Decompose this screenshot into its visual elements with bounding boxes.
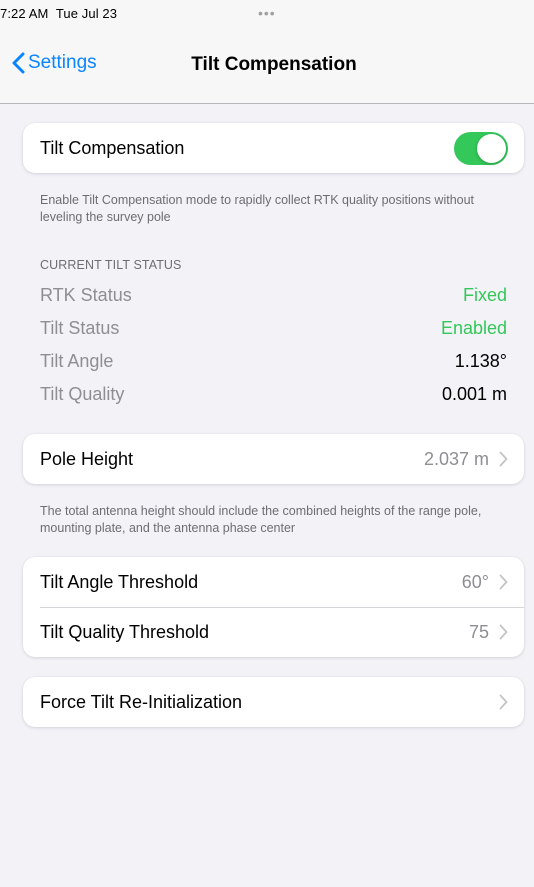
chevron-right-icon xyxy=(499,694,508,710)
status-value: Fixed xyxy=(462,284,507,305)
navigation-bar: Settings Tilt Compensation xyxy=(0,28,534,104)
chevron-right-icon xyxy=(499,451,508,467)
status-label: RTK Status xyxy=(40,284,132,305)
page-title: Tilt Compensation xyxy=(191,54,357,75)
tilt-angle-threshold-row[interactable]: Tilt Angle Threshold 60° xyxy=(23,557,524,607)
status-value: Enabled xyxy=(440,317,507,338)
tilt-quality-threshold-row[interactable]: Tilt Quality Threshold 75 xyxy=(23,607,524,657)
status-value: 1.138° xyxy=(454,350,507,371)
pole-height-row[interactable]: Pole Height 2.037 m xyxy=(23,434,524,484)
force-reinit-card: Force Tilt Re-Initialization xyxy=(23,677,524,727)
pole-height-description: The total antenna height should include … xyxy=(40,504,482,535)
multitasking-dots-icon[interactable]: ••• xyxy=(258,5,276,21)
status-label: Tilt Angle xyxy=(40,350,114,371)
force-tilt-reinit-row[interactable]: Force Tilt Re-Initialization xyxy=(23,677,524,727)
tilt-quality-threshold-label: Tilt Quality Threshold xyxy=(40,621,210,642)
tilt-compensation-label: Tilt Compensation xyxy=(40,137,185,158)
status-value: 0.001 m xyxy=(441,383,507,404)
status-label: Tilt Quality xyxy=(40,383,125,404)
pole-height-label: Pole Height xyxy=(40,448,134,469)
status-row-tilt-angle: Tilt Angle 1.138° xyxy=(40,347,507,375)
tilt-angle-threshold-value: 60° xyxy=(461,571,489,592)
pole-height-value: 2.037 m xyxy=(423,448,489,469)
status-bar: 7:22 AM Tue Jul 23 ••• xyxy=(0,0,534,28)
current-tilt-status-header: CURRENT TILT STATUS xyxy=(40,258,182,272)
chevron-right-icon xyxy=(499,624,508,640)
status-row-tilt-status: Tilt Status Enabled xyxy=(40,314,507,342)
status-clock: 7:22 AM xyxy=(0,6,49,21)
tilt-angle-threshold-label: Tilt Angle Threshold xyxy=(40,571,199,592)
tilt-compensation-card: Tilt Compensation xyxy=(23,123,524,173)
status-row-tilt-quality: Tilt Quality 0.001 m xyxy=(40,380,507,408)
status-row-rtk: RTK Status Fixed xyxy=(40,281,507,309)
status-label: Tilt Status xyxy=(40,317,120,338)
tilt-quality-threshold-value: 75 xyxy=(468,621,489,642)
tilt-compensation-toggle[interactable] xyxy=(454,131,508,165)
chevron-right-icon xyxy=(499,574,508,590)
toggle-knob xyxy=(477,133,506,163)
status-time: 7:22 AM Tue Jul 23 xyxy=(0,6,117,21)
tilt-compensation-row: Tilt Compensation xyxy=(23,123,524,173)
thresholds-card: Tilt Angle Threshold 60° Tilt Quality Th… xyxy=(23,557,524,657)
status-date: Tue Jul 23 xyxy=(55,6,118,21)
pole-height-card: Pole Height 2.037 m xyxy=(23,434,524,484)
tilt-description: Enable Tilt Compensation mode to rapidly… xyxy=(40,193,475,224)
force-tilt-reinit-label: Force Tilt Re-Initialization xyxy=(40,691,243,712)
